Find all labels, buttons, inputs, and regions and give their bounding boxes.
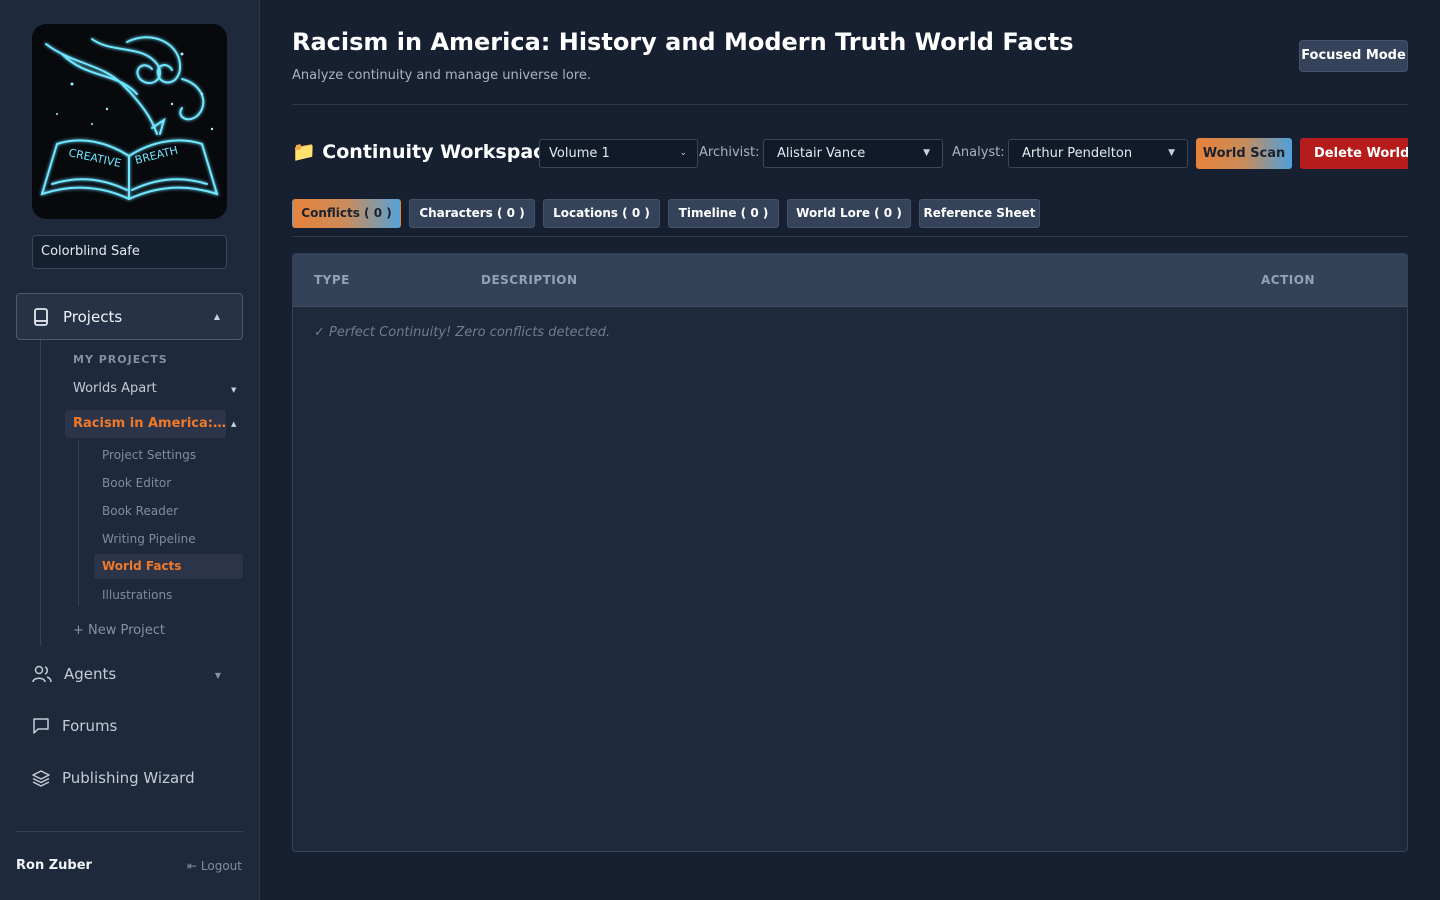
workspace-toolbar: 📁 Continuity Workspace Volume 1 ⌄ Archiv… bbox=[292, 136, 1408, 172]
sub-item-world-facts[interactable]: World Facts bbox=[94, 554, 243, 579]
divider bbox=[292, 104, 1408, 105]
chevron-down-icon[interactable]: ▼ bbox=[231, 386, 236, 394]
svg-text:BREATH: BREATH bbox=[134, 144, 180, 167]
logout-button[interactable]: ⇤ Logout bbox=[187, 859, 242, 873]
nav-publishing-wizard[interactable]: Publishing Wizard bbox=[32, 769, 195, 787]
tree-guide bbox=[78, 440, 79, 606]
svg-text:CREATIVE: CREATIVE bbox=[67, 146, 122, 170]
sidebar-divider bbox=[16, 831, 243, 832]
chevron-down-icon: ⌄ bbox=[679, 148, 687, 158]
tab-world-lore[interactable]: World Lore ( 0 ) bbox=[787, 199, 911, 228]
chevron-down-icon: ▼ bbox=[923, 148, 930, 158]
sub-item-book-reader[interactable]: Book Reader bbox=[102, 504, 178, 518]
chevron-up-icon[interactable]: ▲ bbox=[231, 420, 236, 428]
logout-label: Logout bbox=[200, 859, 242, 873]
focused-mode-button[interactable]: Focused Mode bbox=[1299, 40, 1408, 72]
workspace-title: 📁 Continuity Workspace bbox=[292, 141, 558, 163]
book-icon bbox=[34, 307, 48, 326]
users-icon bbox=[32, 665, 52, 683]
column-header-type: TYPE bbox=[314, 273, 350, 287]
tab-characters[interactable]: Characters ( 0 ) bbox=[409, 199, 535, 228]
sub-item-writing-pipeline[interactable]: Writing Pipeline bbox=[102, 532, 196, 546]
column-header-description: DESCRIPTION bbox=[481, 273, 578, 287]
nav-forums[interactable]: Forums bbox=[32, 717, 117, 735]
nav-projects-label: Projects bbox=[63, 307, 123, 326]
table-header: TYPE DESCRIPTION ACTION bbox=[293, 254, 1407, 307]
nav-agents[interactable]: Agents ▼ bbox=[32, 665, 243, 683]
nav-forums-label: Forums bbox=[62, 717, 118, 735]
tab-conflicts[interactable]: Conflicts ( 0 ) bbox=[292, 199, 401, 228]
chevron-down-icon: ▼ bbox=[214, 671, 221, 680]
nav-projects[interactable]: Projects ▲ bbox=[16, 293, 243, 340]
volume-select[interactable]: Volume 1 ⌄ bbox=[539, 139, 698, 168]
project-item-worlds-apart[interactable]: Worlds Apart bbox=[73, 381, 157, 396]
nav-publishing-label: Publishing Wizard bbox=[62, 769, 195, 787]
sidebar: CREATIVE BREATH Colorblind Safe Projects… bbox=[0, 0, 260, 900]
column-header-action: ACTION bbox=[1261, 273, 1315, 287]
analyst-label: Analyst: bbox=[952, 145, 1005, 160]
chevron-down-icon: ▼ bbox=[1168, 148, 1175, 158]
my-projects-heading: MY PROJECTS bbox=[73, 353, 168, 366]
nav-agents-label: Agents bbox=[64, 665, 117, 683]
page-title: Racism in America: History and Modern Tr… bbox=[292, 28, 1074, 56]
analyst-select[interactable]: Arthur Pendelton ▼ bbox=[1008, 139, 1188, 168]
chevron-up-icon: ▲ bbox=[213, 312, 220, 321]
tab-reference-sheet[interactable]: Reference Sheet bbox=[919, 199, 1040, 228]
tree-guide bbox=[40, 340, 41, 646]
tab-locations[interactable]: Locations ( 0 ) bbox=[543, 199, 660, 228]
layers-icon bbox=[32, 770, 50, 787]
sub-item-illustrations[interactable]: Illustrations bbox=[102, 588, 172, 602]
logout-icon: ⇤ bbox=[187, 859, 198, 873]
divider bbox=[292, 236, 1408, 237]
theme-select[interactable]: Colorblind Safe bbox=[32, 235, 227, 269]
conflicts-table: TYPE DESCRIPTION ACTION ✓ Perfect Contin… bbox=[292, 253, 1408, 852]
delete-world-facts-button[interactable]: Delete World Facts bbox=[1300, 138, 1408, 169]
sub-item-book-editor[interactable]: Book Editor bbox=[102, 476, 171, 490]
user-name: Ron Zuber bbox=[16, 858, 92, 873]
world-scan-button[interactable]: World Scan bbox=[1196, 138, 1292, 169]
archivist-select[interactable]: Alistair Vance ▼ bbox=[763, 139, 943, 168]
chat-icon bbox=[33, 718, 49, 734]
archivist-label: Archivist: bbox=[699, 145, 760, 160]
folder-icon: 📁 bbox=[292, 141, 316, 163]
new-project-link[interactable]: + New Project bbox=[73, 623, 165, 638]
empty-state-message: ✓ Perfect Continuity! Zero conflicts det… bbox=[314, 325, 611, 340]
page-subtitle: Analyze continuity and manage universe l… bbox=[292, 68, 592, 83]
tab-timeline[interactable]: Timeline ( 0 ) bbox=[668, 199, 779, 228]
book-logo-icon: CREATIVE BREATH bbox=[40, 36, 219, 201]
project-item-active[interactable]: Racism in America: History and Modern Tr… bbox=[65, 410, 226, 438]
sub-item-project-settings[interactable]: Project Settings bbox=[102, 448, 196, 462]
app-logo[interactable]: CREATIVE BREATH bbox=[32, 24, 227, 219]
